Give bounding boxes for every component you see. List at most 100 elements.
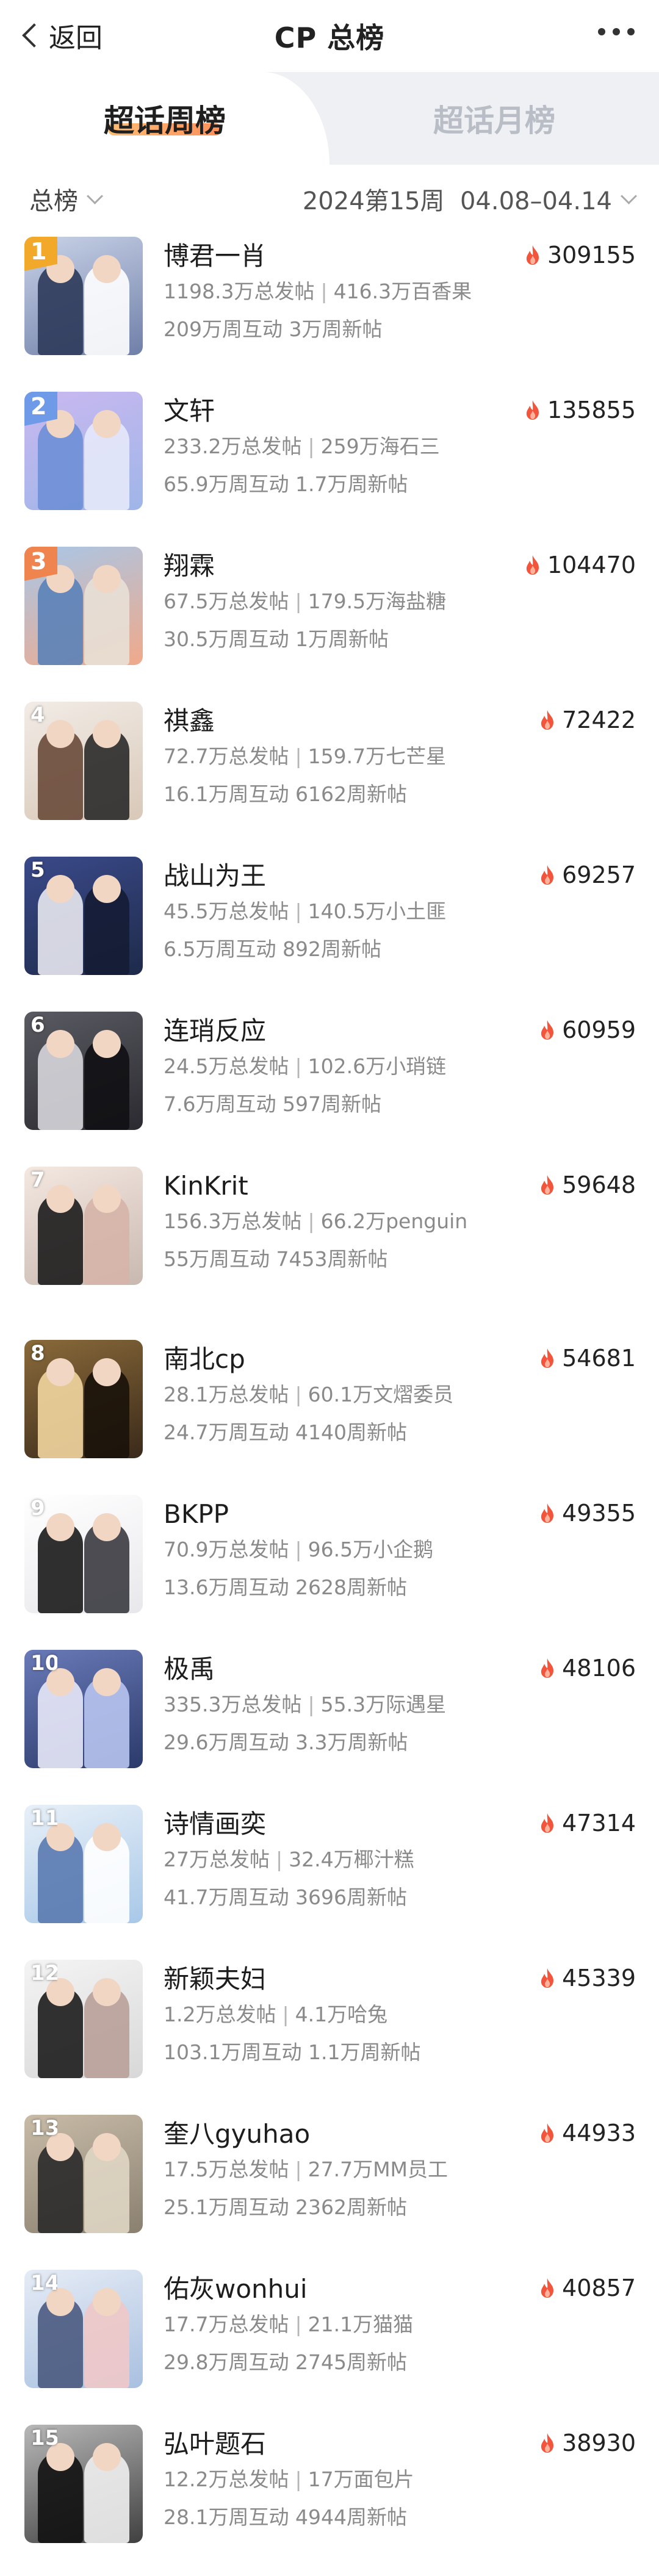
ranking-row[interactable]: 2 文轩 233.2万总发帖 | 259万海石三 65.9万周互动 1.7万周新帖 … <box>0 388 659 543</box>
fan-count: 416.3万百香果 <box>333 279 472 303</box>
separator: | <box>308 1693 315 1716</box>
heat-score: 54681 <box>539 1345 636 1372</box>
ranking-row[interactable]: 15 弘叶题石 12.2万总发帖 | 17万面包片 28.1万周互动 4944周新帖… <box>0 2421 659 2576</box>
heat-value: 48106 <box>562 1655 636 1682</box>
flame-icon <box>541 1020 554 1040</box>
flame-icon <box>541 2123 554 2143</box>
cp-stats-line-2: 65.9万周互动 1.7万周新帖 <box>164 470 659 502</box>
flame-icon <box>541 1813 554 1833</box>
more-dot-icon <box>598 28 605 35</box>
flame-icon <box>541 1658 554 1678</box>
cp-stats-line-1: 156.3万总发帖 | 66.2万penguin <box>164 1207 659 1243</box>
cp-stats-line-2: 209万周互动 3万周新帖 <box>164 315 659 347</box>
back-button[interactable]: 返回 <box>18 18 103 54</box>
ranking-row[interactable]: 6 连琑反应 24.5万总发帖 | 102.6万小琑链 7.6万周互动 597周新帖… <box>0 1008 659 1163</box>
weekly-interactions: 24.7万周互动 <box>164 1420 289 1444</box>
weekly-new-posts: 6162周新帖 <box>295 782 407 806</box>
weekly-interactions: 28.1万周互动 <box>164 2505 289 2529</box>
ranking-row[interactable]: 12 新颖夫妇 1.2万总发帖 | 4.1万哈兔 103.1万周互动 1.1万周新帖… <box>0 1956 659 2111</box>
weekly-interactions: 16.1万周互动 <box>164 782 289 806</box>
weekly-interactions: 6.5万周互动 <box>164 937 276 961</box>
flame-icon <box>541 1968 554 1988</box>
heat-score: 45339 <box>539 1965 636 1991</box>
cp-stats-line-2: 25.1万周互动 2362周新帖 <box>164 2193 659 2225</box>
total-posts: 27万总发帖 <box>164 1847 270 1871</box>
cp-stats-line-2: 55万周互动 7453周新帖 <box>164 1245 659 1276</box>
heat-value: 40857 <box>562 2275 636 2301</box>
weekly-new-posts: 892周新帖 <box>282 937 381 961</box>
tab-monthly[interactable]: 超话月榜 <box>330 72 659 165</box>
total-posts: 28.1万总发帖 <box>164 1383 289 1406</box>
weekly-interactions: 55万周互动 <box>164 1247 270 1271</box>
separator: | <box>295 2312 302 2336</box>
flame-icon <box>541 1175 554 1195</box>
ranking-row[interactable]: 10 极禹 335.3万总发帖 | 55.3万际遇星 29.6万周互动 3.3万周新… <box>0 1646 659 1801</box>
fan-count: 32.4万椰汁糕 <box>289 1847 414 1871</box>
weekly-new-posts: 1.1万周新帖 <box>308 2040 421 2064</box>
separator: | <box>295 1383 302 1406</box>
figure-head <box>93 720 121 748</box>
ranking-row[interactable]: 5 战山为王 45.5万总发帖 | 140.5万小土匪 6.5万周互动 892周新帖… <box>0 853 659 1008</box>
heat-score: 44933 <box>539 2120 636 2146</box>
cp-stats-line-2: 13.6万周互动 2628周新帖 <box>164 1573 659 1605</box>
total-posts: 67.5万总发帖 <box>164 589 289 613</box>
flame-icon <box>541 865 554 885</box>
category-filter[interactable]: 总榜 <box>29 181 103 217</box>
cp-stats-line-1: 17.7万总发帖 | 21.1万猫猫 <box>164 2310 659 2347</box>
ranking-row[interactable]: 11 诗情画奕 27万总发帖 | 32.4万椰汁糕 41.7万周互动 3696周新帖… <box>0 1801 659 1956</box>
ranking-row[interactable]: 4 祺鑫 72.7万总发帖 | 159.7万七芒星 16.1万周互动 6162周新帖… <box>0 698 659 853</box>
ranking-row[interactable]: 14 佑灰wonhui 17.7万总发帖 | 21.1万猫猫 29.8万周互动 27… <box>0 2266 659 2421</box>
total-posts: 17.7万总发帖 <box>164 2312 289 2336</box>
cp-stats-line-1: 17.5万总发帖 | 27.7万MM员工 <box>164 2155 659 2192</box>
cp-stats-line-1: 28.1万总发帖 | 60.1万文熠委员 <box>164 1380 659 1417</box>
ranking-row[interactable]: 8 南北cp 28.1万总发帖 | 60.1万文熠委员 24.7万周互动 4140周… <box>0 1336 659 1491</box>
figure-head <box>93 1823 121 1851</box>
cp-cover-image: 2 <box>24 392 143 510</box>
heat-value: 69257 <box>562 862 636 888</box>
flame-icon <box>526 400 539 420</box>
heat-score: 38930 <box>539 2430 636 2456</box>
fan-count: 27.7万MM员工 <box>308 2157 448 2181</box>
weekly-interactions: 29.8万周互动 <box>164 2350 289 2374</box>
fan-count: 17万面包片 <box>308 2467 414 2491</box>
figure-head <box>93 2133 121 2161</box>
weekly-interactions: 13.6万周互动 <box>164 1575 289 1599</box>
cp-stats-line-1: 72.7万总发帖 | 159.7万七芒星 <box>164 742 659 779</box>
ranking-row[interactable]: 13 奎八gyuhao 17.5万总发帖 | 27.7万MM员工 25.1万周互动 … <box>0 2111 659 2266</box>
weekly-interactions: 209万周互动 <box>164 317 283 341</box>
week-filter[interactable]: 2024第15周 04.08–04.14 <box>303 181 637 217</box>
cp-cover-image: 1 <box>24 237 143 355</box>
cp-cover-image: 14 <box>24 2270 143 2388</box>
cp-cover-image: 15 <box>24 2425 143 2543</box>
total-posts: 17.5万总发帖 <box>164 2157 289 2181</box>
ranking-tabs: 超话周榜 超话月榜 <box>0 72 659 165</box>
chevron-left-icon <box>22 23 46 48</box>
separator: | <box>295 589 302 613</box>
cp-cover-image: 12 <box>24 1960 143 2078</box>
cp-cover-image: 11 <box>24 1805 143 1923</box>
tab-monthly-label: 超话月榜 <box>433 103 555 139</box>
ranking-list: 1 博君一肖 1198.3万总发帖 | 416.3万百香果 209万周互动 3万周新… <box>0 233 659 2576</box>
flame-icon <box>541 2433 554 2453</box>
figure-head <box>93 1185 121 1213</box>
cp-stats-line-2: 30.5万周互动 1万周新帖 <box>164 625 659 657</box>
cp-stats-line-1: 27万总发帖 | 32.4万椰汁糕 <box>164 1845 659 1882</box>
tab-weekly-label: 超话周榜 <box>104 103 226 139</box>
separator: | <box>295 2467 302 2491</box>
cp-stats-line-2: 6.5万周互动 892周新帖 <box>164 935 659 966</box>
fan-count: 179.5万海盐糖 <box>308 589 447 613</box>
weekly-new-posts: 7453周新帖 <box>276 1247 388 1271</box>
tab-weekly[interactable]: 超话周榜 <box>0 72 330 165</box>
heat-value: 59648 <box>562 1171 636 1198</box>
cp-stats-line-1: 12.2万总发帖 | 17万面包片 <box>164 2465 659 2502</box>
chevron-down-icon <box>87 187 103 204</box>
more-options-button[interactable] <box>598 28 635 35</box>
separator: | <box>308 434 315 458</box>
ranking-row[interactable]: 7 KinKrit 156.3万总发帖 | 66.2万penguin 55万周互动 … <box>0 1163 659 1336</box>
cp-stats-line-1: 24.5万总发帖 | 102.6万小琑链 <box>164 1052 659 1088</box>
ranking-row[interactable]: 3 翔霖 67.5万总发帖 | 179.5万海盐糖 30.5万周互动 1万周新帖 1… <box>0 543 659 698</box>
cp-stats-line-2: 29.6万周互动 3.3万周新帖 <box>164 1728 659 1760</box>
ranking-row[interactable]: 9 BKPP 70.9万总发帖 | 96.5万小企鹅 13.6万周互动 2628周新… <box>0 1491 659 1646</box>
ranking-row[interactable]: 1 博君一肖 1198.3万总发帖 | 416.3万百香果 209万周互动 3万周新… <box>0 233 659 388</box>
cp-cover-image: 4 <box>24 702 143 820</box>
